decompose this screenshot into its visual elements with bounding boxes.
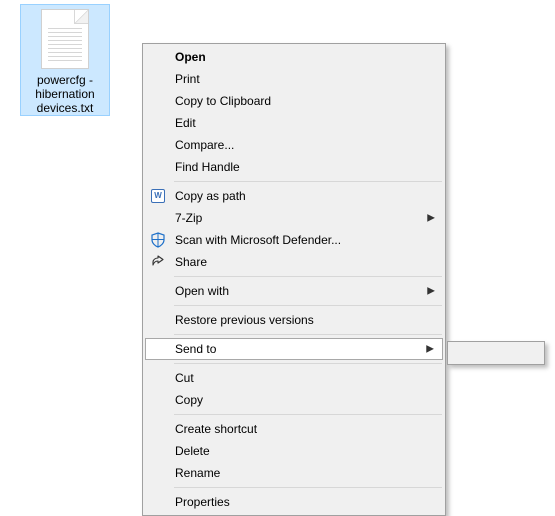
menu-scan-defender[interactable]: Scan with Microsoft Defender...	[145, 229, 443, 251]
file-item-selected[interactable]: powercfg -hibernation devices.txt	[20, 4, 110, 116]
menu-send-to[interactable]: Send to ▶	[145, 338, 443, 360]
context-menu: Open Print Copy to Clipboard Edit Compar…	[142, 43, 446, 516]
menu-separator	[174, 363, 442, 364]
menu-copy[interactable]: Copy	[145, 389, 443, 411]
menu-open[interactable]: Open	[145, 46, 443, 68]
send-to-submenu[interactable]	[447, 341, 545, 365]
app-icon: W	[150, 188, 166, 204]
menu-separator	[174, 181, 442, 182]
submenu-arrow-icon: ▶	[427, 213, 435, 224]
menu-open-with[interactable]: Open with ▶	[145, 280, 443, 302]
menu-copy-as-path[interactable]: W Copy as path	[145, 185, 443, 207]
menu-properties[interactable]: Properties	[145, 491, 443, 513]
menu-edit[interactable]: Edit	[145, 112, 443, 134]
submenu-arrow-icon: ▶	[426, 344, 434, 355]
menu-rename[interactable]: Rename	[145, 462, 443, 484]
file-label: powercfg -hibernation devices.txt	[23, 73, 107, 115]
menu-separator	[174, 305, 442, 306]
menu-print[interactable]: Print	[145, 68, 443, 90]
menu-compare[interactable]: Compare...	[145, 134, 443, 156]
share-icon	[150, 254, 166, 270]
menu-separator	[174, 276, 442, 277]
menu-delete[interactable]: Delete	[145, 440, 443, 462]
menu-restore-previous[interactable]: Restore previous versions	[145, 309, 443, 331]
shield-icon	[150, 232, 166, 248]
menu-share[interactable]: Share	[145, 251, 443, 273]
menu-copy-to-clipboard[interactable]: Copy to Clipboard	[145, 90, 443, 112]
menu-7zip[interactable]: 7-Zip ▶	[145, 207, 443, 229]
text-file-icon	[41, 9, 89, 69]
menu-cut[interactable]: Cut	[145, 367, 443, 389]
menu-create-shortcut[interactable]: Create shortcut	[145, 418, 443, 440]
submenu-arrow-icon: ▶	[427, 286, 435, 297]
menu-find-handle[interactable]: Find Handle	[145, 156, 443, 178]
menu-separator	[174, 334, 442, 335]
menu-separator	[174, 414, 442, 415]
menu-separator	[174, 487, 442, 488]
